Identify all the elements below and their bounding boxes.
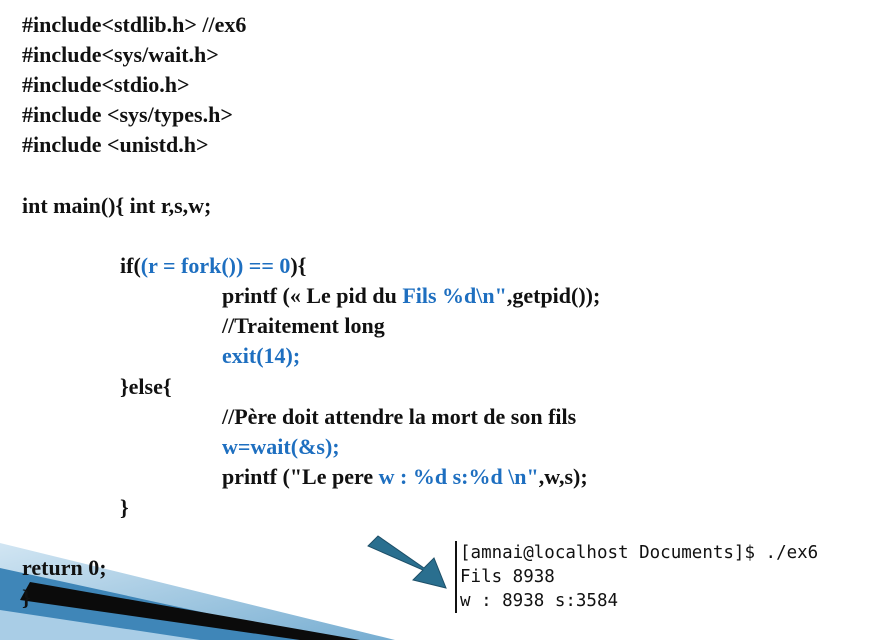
terminal-output-fils: Fils 8938 bbox=[460, 567, 555, 587]
terminal-command-line: [amnai@localhost Documents]$ ./ex6 bbox=[460, 543, 819, 563]
terminal-output: [amnai@localhost Documents]$ ./ex6 Fils … bbox=[455, 541, 818, 613]
terminal-output-wait: w : 8938 s:3584 bbox=[460, 591, 619, 611]
code-line-return: return 0; bbox=[22, 555, 107, 580]
code-line-close-main: } bbox=[22, 585, 31, 610]
